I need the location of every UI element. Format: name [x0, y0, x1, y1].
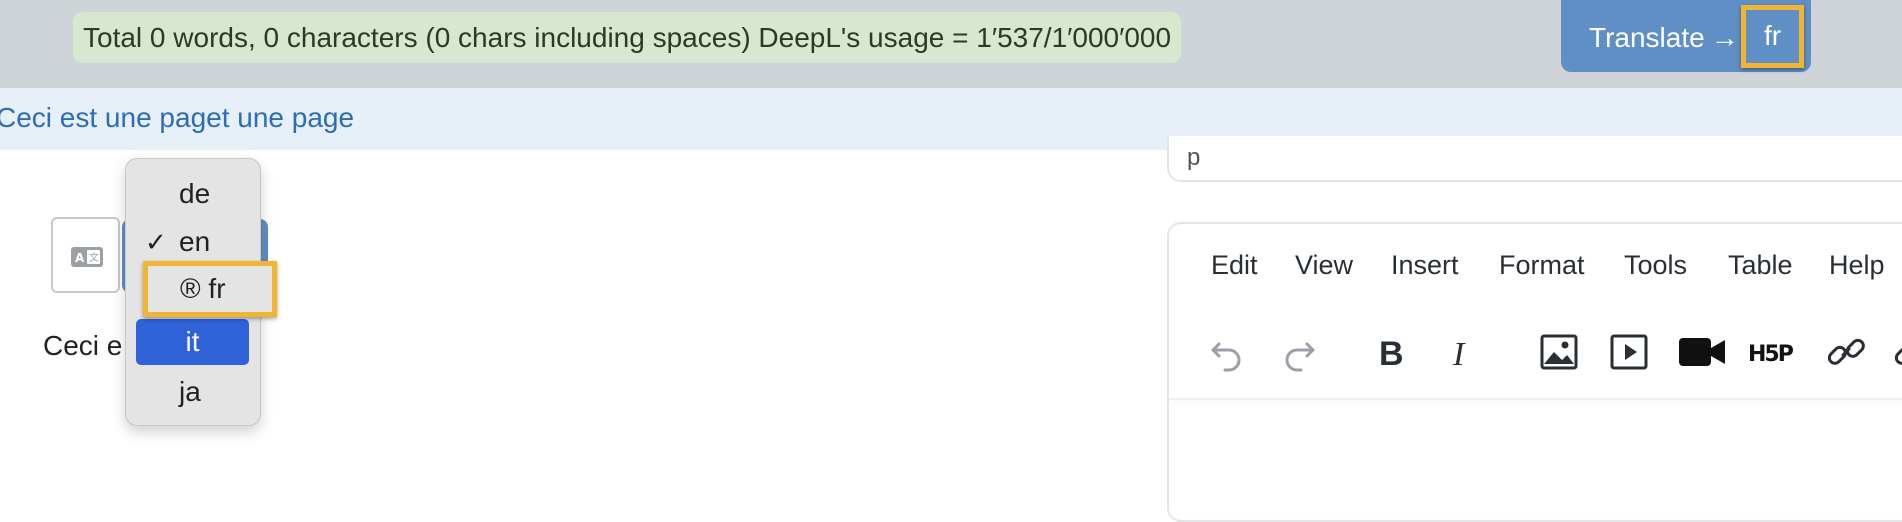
language-option-label: ja	[179, 376, 201, 407]
bold-button[interactable]: B	[1371, 330, 1415, 374]
svg-text:H5P: H5P	[1748, 342, 1794, 367]
menu-help[interactable]: Help	[1829, 250, 1885, 281]
video-icon	[1679, 338, 1725, 366]
editor-toolbar-divider	[1169, 398, 1902, 400]
redo-icon	[1285, 342, 1315, 372]
language-option-label: de	[179, 178, 211, 209]
target-language-highlight[interactable]: fr	[1741, 5, 1804, 68]
svg-text:I: I	[1452, 336, 1466, 373]
link-icon	[1827, 338, 1865, 365]
language-option-label: it	[185, 326, 200, 357]
translate-label: Translate	[1589, 22, 1705, 53]
menu-table[interactable]: Table	[1728, 250, 1793, 281]
media-button[interactable]	[1607, 330, 1651, 374]
translate-icon: A 文	[71, 247, 103, 267]
rich-text-editor[interactable]: Edit View Insert Format Tools Table Help…	[1167, 222, 1902, 522]
checkmark-icon: ✓	[145, 227, 167, 257]
image-button[interactable]	[1537, 330, 1581, 374]
language-option-en[interactable]: ✓ en	[126, 219, 262, 265]
italic-icon: I	[1452, 336, 1466, 373]
svg-text:A: A	[75, 251, 85, 265]
menu-view[interactable]: View	[1295, 250, 1353, 281]
text-field-value: p	[1187, 144, 1201, 171]
undo-button[interactable]	[1205, 330, 1249, 374]
image-icon	[1540, 334, 1578, 370]
undo-icon	[1211, 342, 1241, 372]
bold-icon: B	[1379, 335, 1404, 373]
translate-icon-button[interactable]: A 文	[51, 217, 120, 293]
usage-summary: Total 0 words, 0 characters (0 chars inc…	[73, 12, 1182, 63]
menu-format[interactable]: Format	[1499, 250, 1585, 281]
menu-insert[interactable]: Insert	[1391, 250, 1459, 281]
unlink-button[interactable]	[1891, 330, 1902, 374]
media-icon	[1610, 334, 1648, 370]
registered-marker-icon: ®	[180, 273, 201, 304]
svg-text:文: 文	[89, 251, 99, 264]
top-bar: Total 0 words, 0 characters (0 chars inc…	[0, 0, 1902, 88]
language-option-ja[interactable]: ja	[126, 369, 262, 415]
language-option-label: fr	[208, 273, 226, 304]
h5p-button[interactable]: H5P	[1747, 330, 1797, 374]
h5p-icon: H5P	[1748, 342, 1796, 367]
language-option-de[interactable]: de	[126, 171, 262, 217]
language-option-label: en	[179, 226, 211, 257]
text-field[interactable]: p	[1167, 136, 1902, 182]
svg-text:B: B	[1379, 335, 1404, 373]
italic-button[interactable]: I	[1441, 330, 1485, 374]
page-title[interactable]: Ceci est une paget une page	[0, 102, 354, 134]
editor-menubar: Edit View Insert Format Tools Table Help	[1169, 250, 1902, 290]
language-option-it[interactable]: it	[136, 319, 249, 365]
unlink-icon	[1894, 345, 1902, 365]
arrow-right-icon: →	[1710, 22, 1739, 53]
language-option-fr[interactable]: ® fr	[143, 261, 277, 317]
menu-edit[interactable]: Edit	[1211, 250, 1258, 281]
video-button[interactable]	[1677, 330, 1727, 374]
editor-toolbar: B I H5P	[1169, 322, 1902, 380]
link-button[interactable]	[1824, 330, 1868, 374]
menu-tools[interactable]: Tools	[1624, 250, 1687, 281]
redo-button[interactable]	[1277, 330, 1321, 374]
